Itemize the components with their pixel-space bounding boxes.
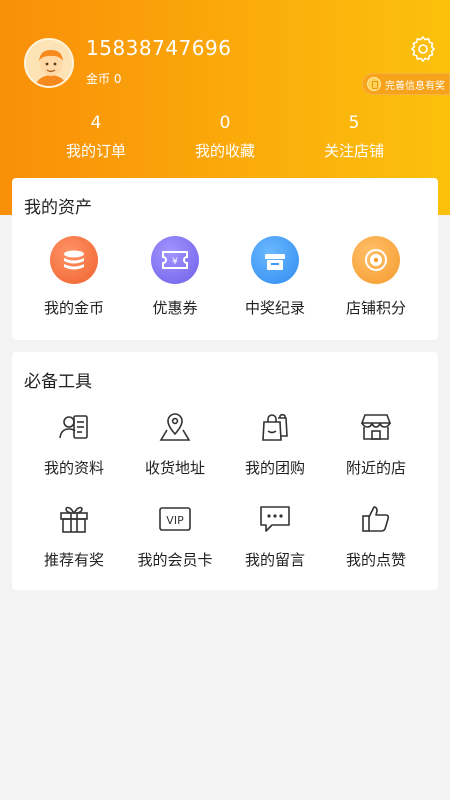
tools-card: 必备工具 我的资料 收货地址 我的团购 附近的店 推荐有奖 VIP 我的会员卡 … [12,352,438,590]
avatar[interactable] [24,38,74,88]
location-icon [159,413,191,441]
complete-info-label: 完善信息有奖 [385,80,445,92]
tool-shipping-address[interactable]: 收货地址 [125,410,225,478]
coupon-icon: ¥ [151,236,199,284]
message-icon [260,506,290,532]
asset-my-coins[interactable]: 我的金币 [24,236,124,318]
tool-my-profile[interactable]: 我的资料 [24,410,124,478]
tools-title: 必备工具 [24,372,92,392]
tool-label: 附近的店 [345,459,406,477]
tool-label: 推荐有奖 [43,551,104,569]
tool-label: 我的留言 [244,551,305,569]
vip-card-icon: VIP [159,507,191,531]
stat-value: 4 [90,113,102,133]
stat-favorites[interactable]: 0 我的收藏 [165,112,285,161]
tool-label: 我的资料 [43,459,104,477]
prize-icon [251,236,299,284]
tool-my-likes[interactable]: 我的点赞 [326,502,426,570]
assets-card: 我的资产 我的金币 ¥ 优惠券 中奖纪录 店铺积分 [12,178,438,340]
tool-label: 我的团购 [244,459,305,477]
asset-label: 优惠券 [152,299,198,317]
points-icon [352,236,400,284]
stat-label: 关注店铺 [323,142,384,160]
stat-orders[interactable]: 4 我的订单 [36,112,156,161]
svg-text:VIP: VIP [166,514,184,527]
avatar-icon [26,40,72,86]
asset-label: 中奖纪录 [244,299,305,317]
asset-label: 店铺积分 [345,299,406,317]
tool-label: 我的会员卡 [137,551,213,569]
asset-store-points[interactable]: 店铺积分 [326,236,426,318]
tool-group-buy[interactable]: 我的团购 [225,410,325,478]
coins-icon [50,236,98,284]
gift-icon [60,506,88,533]
stat-value: 5 [348,113,360,133]
tool-nearby-stores[interactable]: 附近的店 [326,410,426,478]
assets-title: 我的资产 [24,198,92,218]
stat-label: 我的订单 [65,142,126,160]
thumbs-up-icon [362,506,390,532]
settings-button[interactable] [410,36,436,62]
stat-label: 我的收藏 [194,142,255,160]
coin-icon [367,77,381,91]
stat-followed-stores[interactable]: 5 关注店铺 [294,112,414,161]
coin-balance: 金币 0 [86,72,122,86]
group-buy-icon [262,413,288,441]
tool-membership-card[interactable]: VIP 我的会员卡 [125,502,225,570]
asset-coupons[interactable]: ¥ 优惠券 [125,236,225,318]
tool-label: 我的点赞 [345,551,406,569]
tool-referral-reward[interactable]: 推荐有奖 [24,502,124,570]
phone-number: 15838747696 [86,36,232,60]
asset-label: 我的金币 [43,299,104,317]
store-icon [360,414,392,440]
tool-label: 收货地址 [144,459,205,477]
svg-text:¥: ¥ [172,257,178,267]
complete-info-badge[interactable]: 完善信息有奖 [362,73,450,95]
tool-my-messages[interactable]: 我的留言 [225,502,325,570]
profile-icon [59,415,88,439]
asset-prize-records[interactable]: 中奖纪录 [225,236,325,318]
gear-icon [411,36,435,62]
stat-value: 0 [219,113,231,133]
